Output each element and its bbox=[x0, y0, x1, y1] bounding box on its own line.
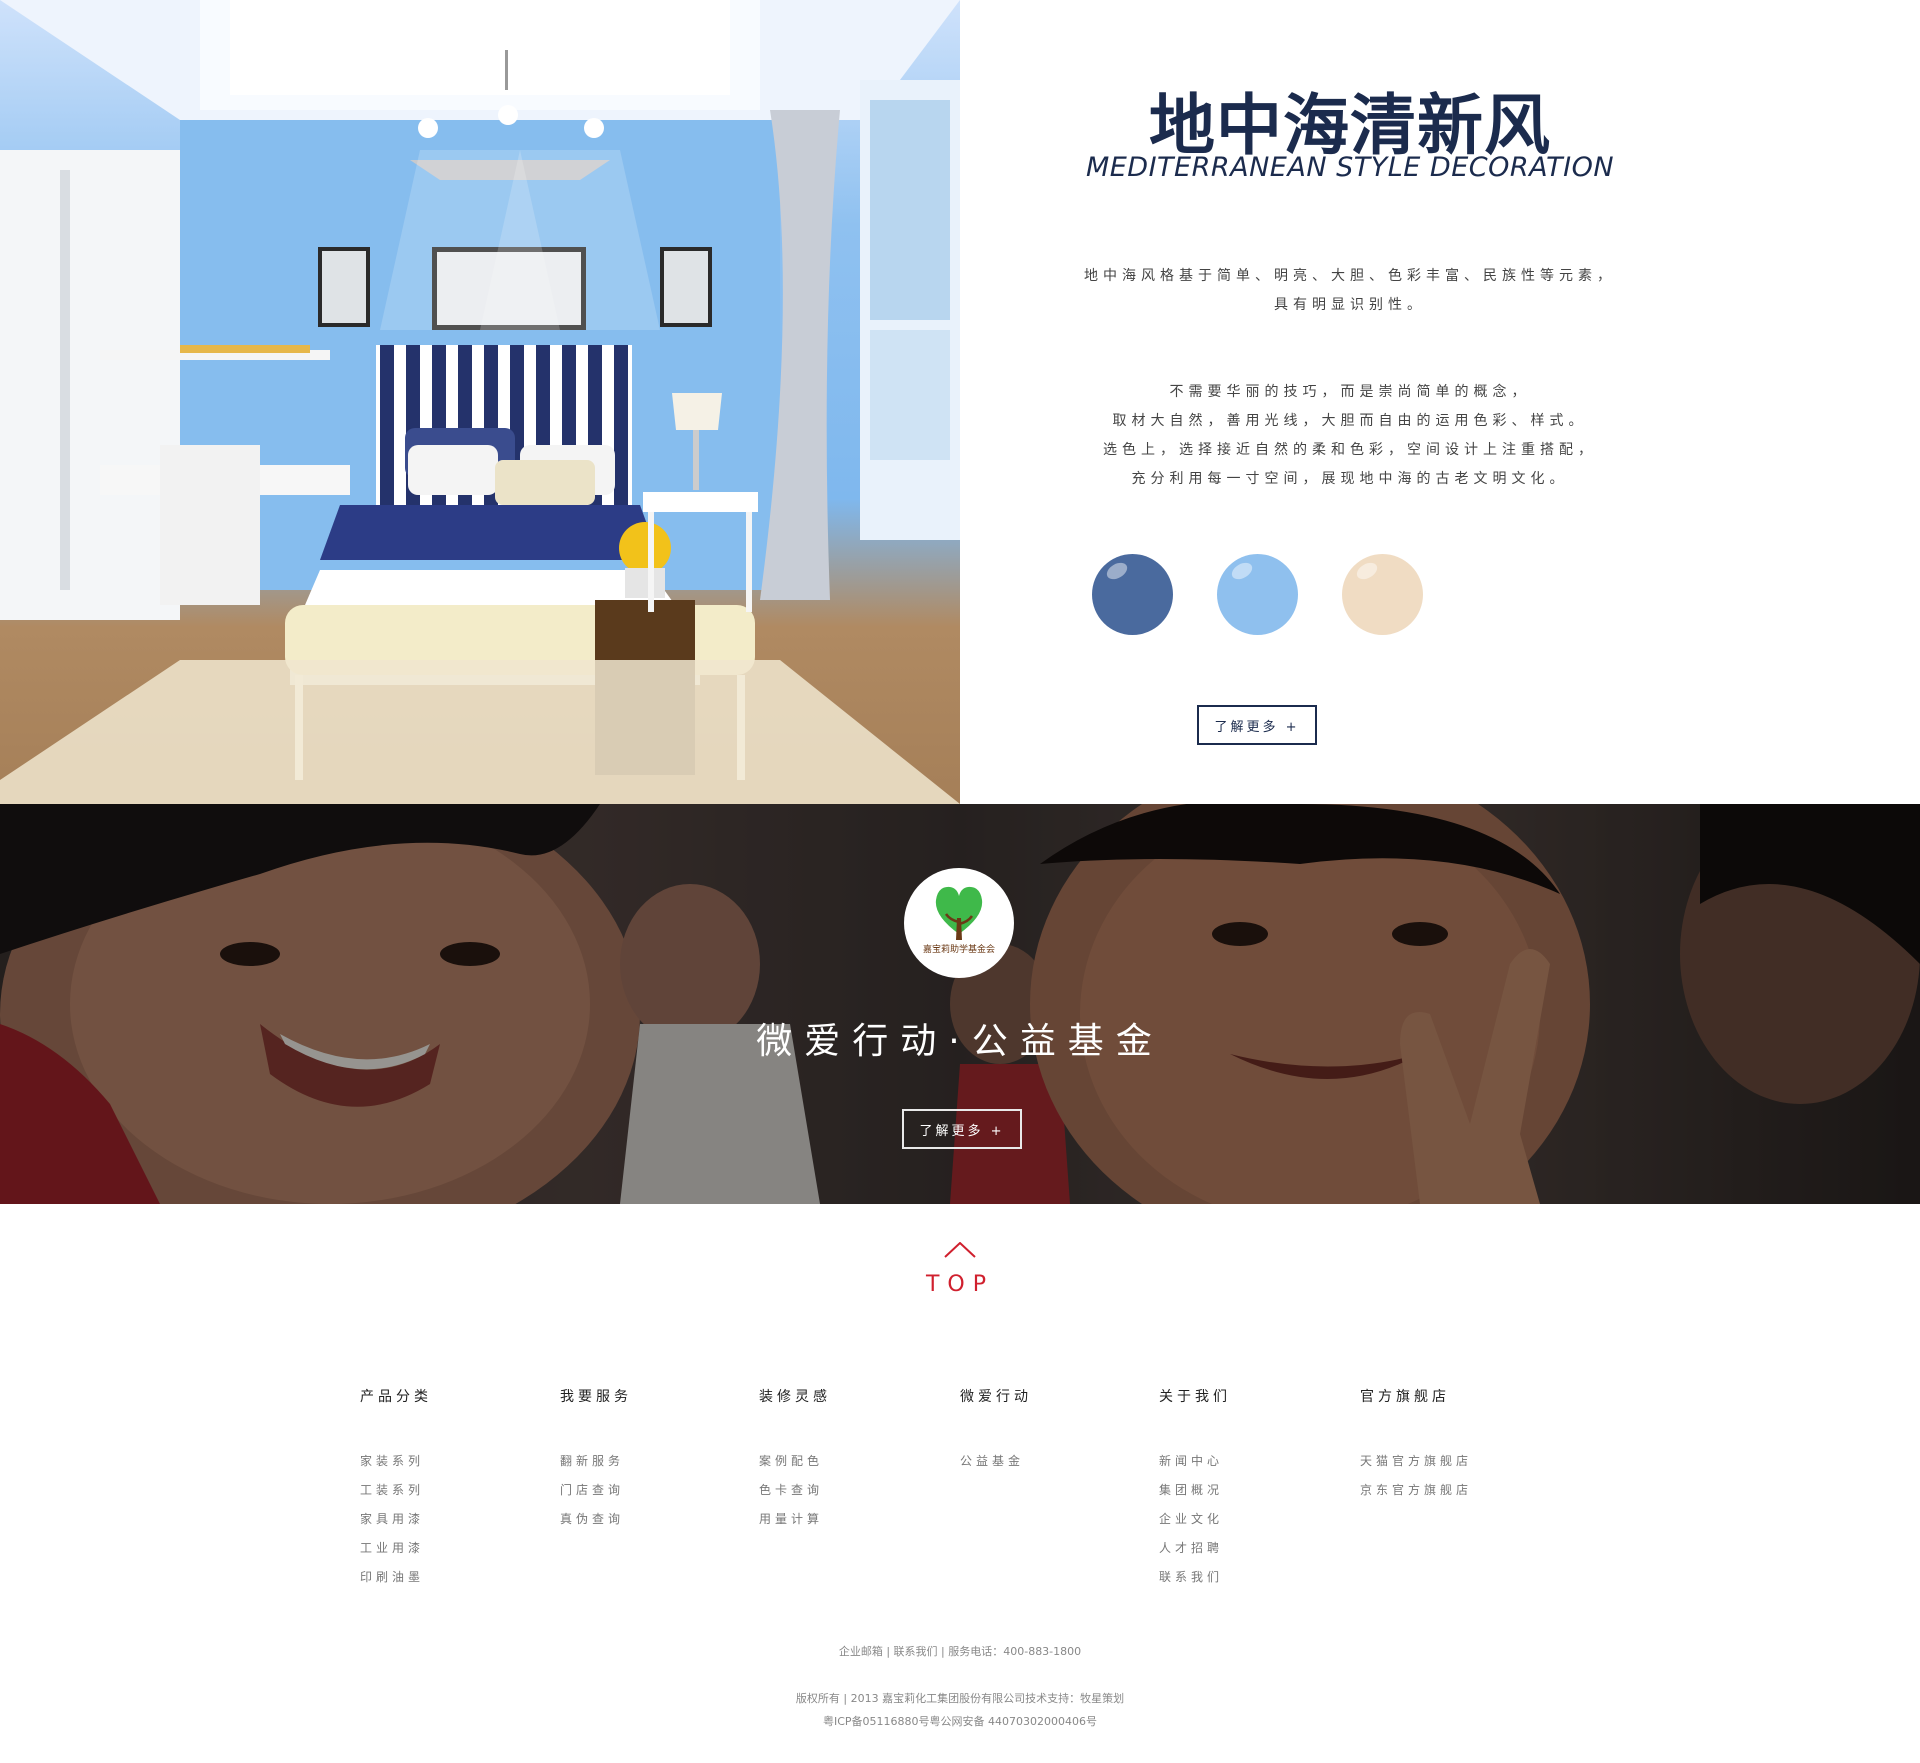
description-line: 地中海风格基于简单、明亮、大胆、色彩丰富、民族性等元素， bbox=[1084, 268, 1616, 284]
mediterranean-intro: 地中海清新风 MEDITERRANEAN STYLE DECORATION 地中… bbox=[960, 0, 1920, 804]
footer-navigation: 产品分类 家装系列 工装系列 家具用漆 工业用漆 印刷油墨 我要服务 翻新服务 … bbox=[0, 1386, 1920, 1586]
mediterranean-section: 地中海清新风 MEDITERRANEAN STYLE DECORATION 地中… bbox=[0, 0, 1920, 804]
footer-link[interactable]: 用量计算 bbox=[759, 1505, 929, 1534]
learn-more-button[interactable]: 了解更多 + bbox=[1197, 705, 1317, 745]
foundation-logo-text: 嘉宝莉助学基金会 bbox=[922, 945, 995, 955]
back-to-top-link[interactable]: TOP bbox=[910, 1242, 1010, 1308]
footer-link[interactable]: 京东官方旗舰店 bbox=[1360, 1476, 1530, 1505]
heart-tree-icon bbox=[935, 886, 983, 940]
foundation-logo: 嘉宝莉助学基金会 bbox=[904, 868, 1014, 978]
footer-link[interactable]: 天猫官方旗舰店 bbox=[1360, 1447, 1530, 1476]
color-swatch-light-blue bbox=[1217, 554, 1298, 635]
color-swatches bbox=[1092, 554, 1432, 636]
footer-link[interactable]: 色卡查询 bbox=[759, 1476, 929, 1505]
footer-link[interactable]: 工业用漆 bbox=[360, 1534, 530, 1563]
footer-link[interactable]: 人才招聘 bbox=[1159, 1534, 1329, 1563]
charity-section: 嘉宝莉助学基金会 微爱行动·公益基金 了解更多 + bbox=[0, 804, 1920, 1204]
footer-link[interactable]: 企业文化 bbox=[1159, 1505, 1329, 1534]
footer-link[interactable]: 集团概况 bbox=[1159, 1476, 1329, 1505]
footer-link[interactable]: 家具用漆 bbox=[360, 1505, 530, 1534]
footer-column-heading: 装修灵感 bbox=[759, 1389, 831, 1405]
footer-link[interactable]: 新闻中心 bbox=[1159, 1447, 1329, 1476]
footer-link[interactable]: 门店查询 bbox=[560, 1476, 730, 1505]
footer-link[interactable]: 印刷油墨 bbox=[360, 1563, 530, 1592]
footer-link[interactable]: 家装系列 bbox=[360, 1447, 530, 1476]
bedroom-photo bbox=[0, 0, 960, 804]
description-line: 充分利用每一寸空间，展现地中海的古老文明文化。 bbox=[1131, 471, 1569, 487]
description-line: 具有明显识别性。 bbox=[1274, 297, 1426, 313]
description-line: 选色上，选择接近自然的柔和色彩，空间设计上注重搭配， bbox=[1103, 442, 1597, 458]
description-line: 不需要华丽的技巧，而是崇尚简单的概念， bbox=[1169, 384, 1531, 400]
footer-column-stores: 官方旗舰店 天猫官方旗舰店 京东官方旗舰店 bbox=[1360, 1386, 1530, 1505]
description-line: 取材大自然，善用光线，大胆而自由的运用色彩、样式。 bbox=[1112, 413, 1588, 429]
footer-column-heading: 产品分类 bbox=[360, 1389, 432, 1405]
footer-column-charity: 微爱行动 公益基金 bbox=[960, 1386, 1130, 1476]
footer-column-inspiration: 装修灵感 案例配色 色卡查询 用量计算 bbox=[759, 1386, 929, 1534]
footer-link[interactable]: 公益基金 bbox=[960, 1447, 1130, 1476]
footer-link[interactable]: 工装系列 bbox=[360, 1476, 530, 1505]
footer-icp: 粤ICP备05116880号粤公网安备 44070302000406号 bbox=[822, 1715, 1098, 1728]
footer-column-heading: 官方旗舰店 bbox=[1360, 1389, 1450, 1405]
footer-link[interactable]: 真伪查询 bbox=[560, 1505, 730, 1534]
footer-link[interactable]: 联系我们 bbox=[1159, 1563, 1329, 1592]
footer-link[interactable]: 案例配色 bbox=[759, 1447, 929, 1476]
description: 地中海风格基于简单、明亮、大胆、色彩丰富、民族性等元素， 具有明显识别性。 不需… bbox=[1000, 262, 1700, 494]
section-subtitle: MEDITERRANEAN STYLE DECORATION bbox=[1085, 152, 1615, 183]
footer-column-services: 我要服务 翻新服务 门店查询 真伪查询 bbox=[560, 1386, 730, 1534]
footer-column-about: 关于我们 新闻中心 集团概况 企业文化 人才招聘 联系我们 bbox=[1159, 1386, 1329, 1592]
top-label: TOP bbox=[925, 1272, 995, 1297]
charity-learn-more-button[interactable]: 了解更多 + bbox=[902, 1109, 1022, 1149]
color-swatch-dark-blue bbox=[1092, 554, 1173, 635]
footer-column-heading: 我要服务 bbox=[560, 1389, 632, 1405]
footer-contact-line: 企业邮箱 | 联系我们 | 服务电话：400-883-1800 bbox=[838, 1645, 1082, 1658]
bedroom-illustration bbox=[0, 0, 960, 804]
charity-title: 微爱行动·公益基金 bbox=[756, 1021, 1164, 1062]
chevron-up-icon bbox=[944, 1242, 976, 1258]
footer-column-heading: 微爱行动 bbox=[960, 1389, 1032, 1405]
footer-column-products: 产品分类 家装系列 工装系列 家具用漆 工业用漆 印刷油墨 bbox=[360, 1386, 530, 1592]
footer-column-heading: 关于我们 bbox=[1159, 1389, 1231, 1405]
footer-link[interactable]: 翻新服务 bbox=[560, 1447, 730, 1476]
footer-copyright: 版权所有 | 2013 嘉宝莉化工集团股份有限公司技术支持：牧星策划 bbox=[795, 1692, 1125, 1705]
color-swatch-beige bbox=[1342, 554, 1423, 635]
